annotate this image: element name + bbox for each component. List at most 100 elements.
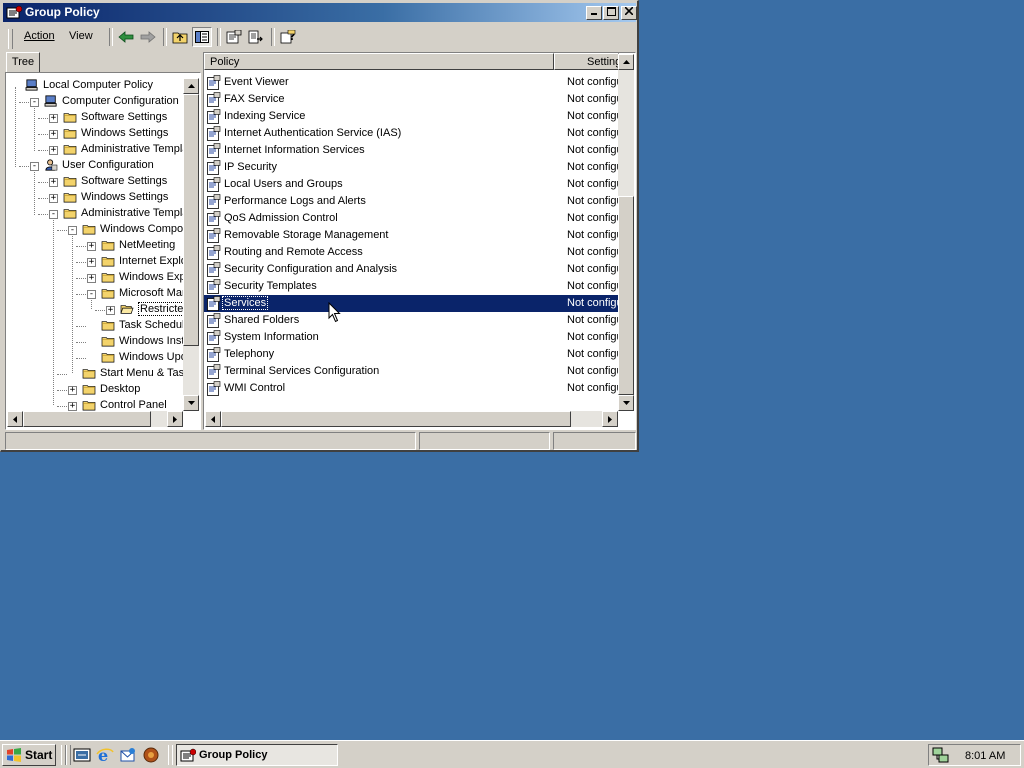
- list-scroll-down-button[interactable]: [618, 395, 634, 411]
- policy-row[interactable]: FAX Service Not configured: [204, 91, 619, 108]
- tree-item-label: Software Settings: [81, 175, 168, 187]
- list-horizontal-scrollbar[interactable]: [205, 411, 618, 427]
- title-bar[interactable]: Group Policy: [3, 3, 637, 22]
- tree-scroll-right-button[interactable]: [167, 411, 183, 427]
- show-hide-tree-button[interactable]: [192, 27, 212, 47]
- tree-item[interactable]: - Computer Configuration: [6, 94, 183, 110]
- collapse-icon[interactable]: -: [30, 98, 39, 107]
- expand-icon[interactable]: +: [87, 274, 96, 283]
- clock[interactable]: 8:01 AM: [965, 750, 1005, 762]
- properties-button[interactable]: [224, 27, 244, 47]
- tree-item[interactable]: + Desktop: [6, 382, 183, 398]
- collapse-icon[interactable]: -: [49, 210, 58, 219]
- tree-item[interactable]: + Software Settings: [6, 174, 183, 190]
- tree-item-label: Windows Installer: [119, 335, 183, 347]
- tree-item[interactable]: - Microsoft Management Console: [6, 286, 183, 302]
- expand-icon[interactable]: +: [49, 146, 58, 155]
- policy-row[interactable]: Indexing Service Not configured: [204, 108, 619, 125]
- export-list-button[interactable]: [246, 27, 266, 47]
- expand-icon[interactable]: +: [87, 258, 96, 267]
- policy-row[interactable]: System Information Not configured: [204, 329, 619, 346]
- policy-row[interactable]: Shared Folders Not configured: [204, 312, 619, 329]
- up-one-level-button[interactable]: [170, 27, 190, 47]
- tree-item[interactable]: + Administrative Templates: [6, 142, 183, 158]
- tree-item[interactable]: + Windows Settings: [6, 190, 183, 206]
- tree-item[interactable]: - Administrative Templates: [6, 206, 183, 222]
- tree-item[interactable]: + NetMeeting: [6, 238, 183, 254]
- policy-row[interactable]: Terminal Services Configuration Not confi…: [204, 363, 619, 380]
- policy-row[interactable]: Event Viewer Not configured: [204, 74, 619, 91]
- tree-item[interactable]: Local Computer Policy: [6, 78, 183, 94]
- tree-item[interactable]: + Windows Explorer: [6, 270, 183, 286]
- menu-action[interactable]: Action: [24, 30, 55, 42]
- taskbar-item-group-policy[interactable]: Group Policy: [176, 744, 338, 766]
- list-scroll-left-button[interactable]: [205, 411, 221, 427]
- policy-row[interactable]: Routing and Remote Access Not configured: [204, 244, 619, 261]
- media-player-icon[interactable]: [142, 746, 160, 764]
- tree-horizontal-scrollbar[interactable]: [7, 411, 183, 427]
- expand-icon[interactable]: +: [49, 178, 58, 187]
- menu-view[interactable]: View: [69, 30, 93, 42]
- collapse-icon[interactable]: -: [87, 290, 96, 299]
- tree-item[interactable]: - User Configuration: [6, 158, 183, 174]
- close-button[interactable]: [621, 6, 637, 20]
- column-header-setting[interactable]: Setting: [554, 53, 619, 70]
- network-connection-icon[interactable]: [932, 747, 950, 764]
- policy-row[interactable]: Security Configuration and Analysis Not c…: [204, 261, 619, 278]
- tree-item[interactable]: Windows Update: [6, 350, 183, 366]
- tree-item[interactable]: Windows Installer: [6, 334, 183, 350]
- list-scroll-up-button[interactable]: [618, 54, 634, 70]
- tree-item[interactable]: + Windows Settings: [6, 126, 183, 142]
- collapse-icon[interactable]: -: [68, 226, 77, 235]
- tree-vertical-scrollbar[interactable]: [183, 78, 199, 411]
- collapse-icon[interactable]: -: [30, 162, 39, 171]
- minimize-button[interactable]: [586, 6, 602, 20]
- tree-item[interactable]: + Internet Explorer: [6, 254, 183, 270]
- expand-icon[interactable]: +: [49, 194, 58, 203]
- expand-icon[interactable]: +: [49, 130, 58, 139]
- expand-icon[interactable]: +: [68, 386, 77, 395]
- maximize-button[interactable]: [603, 6, 619, 20]
- tree-scroll-up-button[interactable]: [183, 78, 199, 94]
- back-button[interactable]: [116, 27, 136, 47]
- policy-row[interactable]: IP Security Not configured: [204, 159, 619, 176]
- help-button[interactable]: ?: [278, 27, 298, 47]
- policy-row[interactable]: Internet Authentication Service (IAS) Not…: [204, 125, 619, 142]
- tree-horizontal-thumb[interactable]: [23, 411, 151, 427]
- list-horizontal-thumb[interactable]: [221, 411, 571, 427]
- list-vertical-thumb[interactable]: [618, 196, 634, 395]
- tree-scroll-left-button[interactable]: [7, 411, 23, 427]
- expand-icon[interactable]: +: [87, 242, 96, 251]
- tree-item[interactable]: + Software Settings: [6, 110, 183, 126]
- policy-row[interactable]: Internet Information Services Not configu…: [204, 142, 619, 159]
- policy-row[interactable]: Performance Logs and Alerts Not configure…: [204, 193, 619, 210]
- policy-row[interactable]: Removable Storage Management Not configur…: [204, 227, 619, 244]
- list-scroll-right-button[interactable]: [602, 411, 618, 427]
- expand-icon[interactable]: +: [68, 402, 77, 411]
- tree-item[interactable]: + Restricted/Permitted snap-ins: [6, 302, 183, 318]
- tree-item[interactable]: Task Scheduler: [6, 318, 183, 334]
- policy-row[interactable]: QoS Admission Control Not configured: [204, 210, 619, 227]
- show-desktop-icon[interactable]: [73, 746, 91, 764]
- tree-item[interactable]: Start Menu & Taskbar: [6, 366, 183, 382]
- list-vertical-scrollbar[interactable]: [618, 54, 634, 411]
- start-button[interactable]: Start: [2, 744, 56, 766]
- tree-item[interactable]: - Windows Components: [6, 222, 183, 238]
- policy-row[interactable]: Services Not configured: [204, 295, 619, 312]
- tab-tree[interactable]: Tree: [6, 52, 40, 72]
- internet-explorer-icon[interactable]: e: [96, 746, 114, 764]
- expand-icon[interactable]: +: [49, 114, 58, 123]
- policy-row[interactable]: Local Users and Groups Not configured: [204, 176, 619, 193]
- column-header-policy[interactable]: Policy: [204, 53, 554, 70]
- tree-vertical-thumb[interactable]: [183, 94, 199, 346]
- outlook-express-icon[interactable]: [119, 746, 137, 764]
- scroll-right-arrow-icon: [608, 415, 612, 423]
- policy-setting: Not configured: [567, 314, 619, 326]
- policy-row[interactable]: Security Templates Not configured: [204, 278, 619, 295]
- up-one-level-icon: [172, 32, 188, 44]
- policy-row[interactable]: Telephony Not configured: [204, 346, 619, 363]
- forward-button[interactable]: [138, 27, 158, 47]
- expand-icon[interactable]: +: [106, 306, 115, 315]
- tree-scroll-down-button[interactable]: [183, 395, 199, 411]
- policy-row[interactable]: WMI Control Not configured: [204, 380, 619, 397]
